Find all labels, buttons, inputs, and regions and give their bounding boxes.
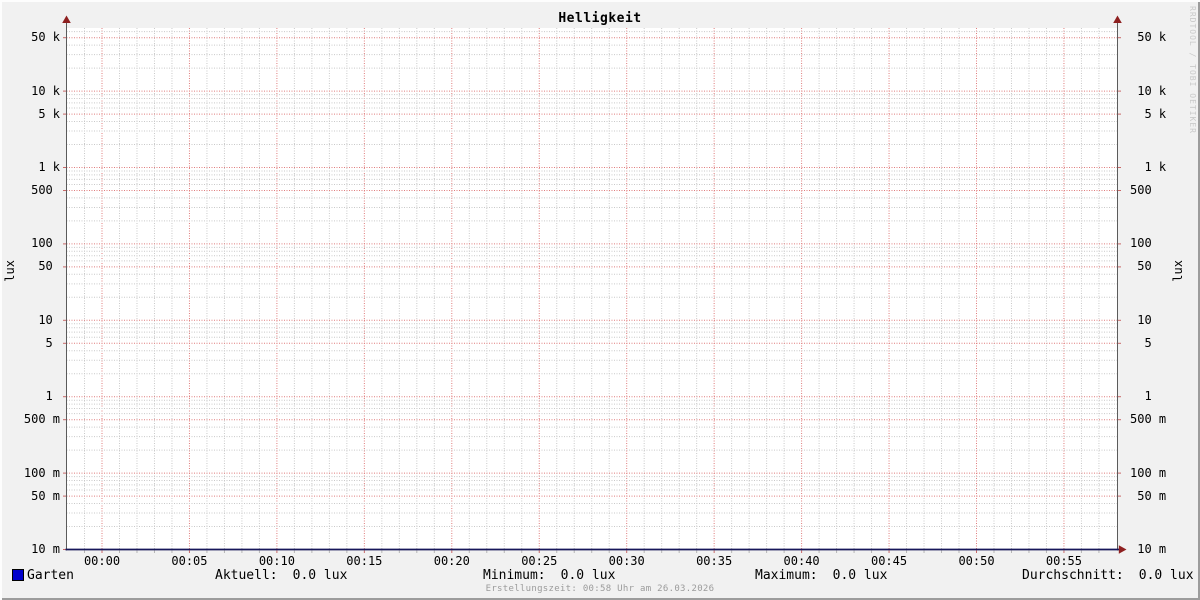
y-axis-label: 1 k (1130, 160, 1167, 174)
stat-current-label: Aktuell: (215, 568, 278, 583)
y-axis-label: 1 k (23, 160, 60, 174)
x-axis-label: 00:20 (433, 554, 470, 568)
x-axis-label: 00:55 (1045, 554, 1082, 568)
y-axis-label: 100 (1130, 236, 1159, 251)
y-axis-label: 500 (1130, 182, 1159, 197)
y-axis-label: 5 (1130, 335, 1159, 350)
legend-row: Garten Aktuell: 0.0 lux Minimum: 0.0 lux M… (0, 568, 1200, 584)
y-axis-label: 50 m (23, 488, 60, 503)
y-axis-label: 1 (1130, 389, 1159, 404)
y-axis-label: 100 m (23, 465, 60, 480)
y-axis-label: 10 k (1130, 83, 1167, 98)
y-axis-label: 5 (31, 335, 60, 350)
x-axis-label: 00:40 (783, 554, 820, 568)
y-axis-label: 5 k (23, 106, 60, 121)
x-axis-label: 00:05 (171, 554, 208, 568)
y-axis-label: 1 (31, 389, 60, 404)
stat-maximum: Maximum: 0.0 lux (755, 568, 887, 583)
stat-average: Durchschnitt: 0.0 lux (1022, 568, 1194, 583)
y-axis-label: 100 m (1130, 465, 1167, 480)
legend-color-swatch (12, 569, 24, 581)
x-axis-label: 00:25 (521, 554, 558, 568)
y-axis-label: 500 (31, 182, 60, 197)
y-axis-label: 100 (31, 236, 60, 251)
stat-current-value: 0.0 lux (292, 568, 348, 583)
plot-area (62, 15, 1127, 554)
x-axis-label: 00:50 (958, 554, 995, 568)
stat-minimum-value: 0.0 lux (560, 568, 616, 583)
x-axis-label: 00:15 (346, 554, 383, 568)
rrdtool-graph: Helligkeit lux lux RRDTOOL / TOBI OETIKE… (0, 0, 1200, 600)
y-axis-label: 50 m (1130, 488, 1167, 503)
y-axis-label: 10 m (1130, 542, 1167, 556)
creation-timestamp: Erstellungszeit: 00:58 Uhr am 26.03.2026 (485, 584, 715, 594)
y-axis-label: 500 m (23, 412, 60, 427)
stat-average-value: 0.0 lux (1138, 568, 1194, 583)
y-axis-label: 50 (31, 259, 60, 274)
stat-maximum-value: 0.0 lux (832, 568, 888, 583)
y-axis-label: 10 (31, 312, 60, 327)
x-axis-label: 00:30 (608, 554, 645, 568)
stat-maximum-label: Maximum: (755, 568, 818, 583)
legend-series-label: Garten (27, 568, 74, 583)
x-axis-arrow (1118, 545, 1127, 554)
y-axis-label: 500 m (1130, 412, 1167, 427)
x-axis-label: 00:10 (258, 554, 295, 568)
y-axis-label: 10 k (23, 83, 60, 98)
x-axis-label: 00:00 (83, 554, 121, 568)
y-axis-label: 10 m (23, 542, 60, 556)
x-axis-label: 00:45 (870, 554, 908, 568)
chart-title: Helligkeit (558, 11, 642, 26)
y-axis-label: 10 (1130, 312, 1159, 327)
stat-current: Aktuell: 0.0 lux (215, 568, 347, 583)
stat-minimum-label: Minimum: (483, 568, 546, 583)
y-axis-label: 50 (1130, 259, 1159, 274)
y-axis-label: 50 k (23, 30, 60, 45)
x-axis-label: 00:35 (696, 554, 733, 568)
y-axis-label: 50 k (1130, 30, 1167, 45)
stat-average-label: Durchschnitt: (1022, 568, 1124, 583)
stat-minimum: Minimum: 0.0 lux (483, 568, 615, 583)
y-axis-label: 5 k (1130, 106, 1167, 121)
